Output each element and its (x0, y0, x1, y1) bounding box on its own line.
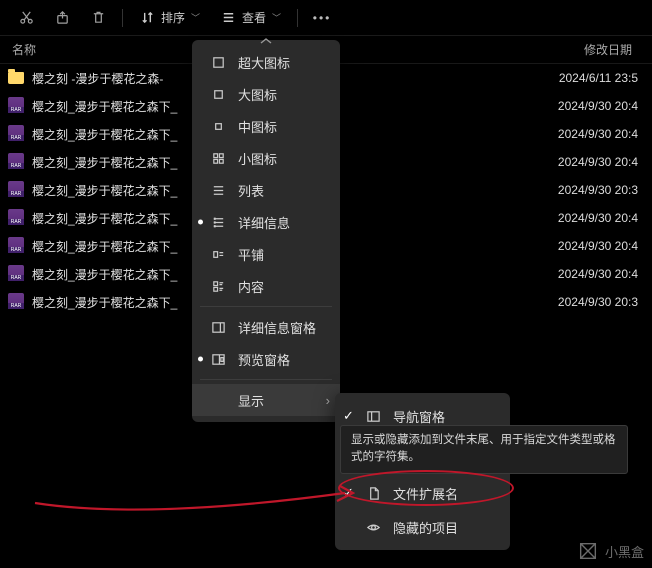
file-name: 樱之刻_漫步于樱花之森下_ (32, 238, 207, 255)
menu-item-label: 详细信息窗格 (238, 318, 316, 337)
tiles-icon (210, 246, 226, 262)
file-name: 樱之刻_漫步于樱花之森下_ (32, 182, 207, 199)
view-menu: 超大图标大图标中图标小图标列表详细信息平铺内容 详细信息窗格预览窗格 显示 › (192, 40, 340, 422)
menu-item-label: 预览窗格 (238, 350, 290, 369)
annotation-arrow (25, 468, 355, 528)
more-button[interactable]: ••• (306, 6, 338, 30)
scissors-icon (18, 10, 34, 26)
menu-item-view-size[interactable]: 大图标 (192, 78, 340, 110)
delete-button[interactable] (82, 6, 114, 30)
menu-item-show[interactable]: 显示 › (192, 384, 340, 416)
menu-separator (200, 306, 332, 307)
menu-item-label: 隐藏的项目 (393, 518, 458, 537)
menu-item-label: 详细信息 (238, 213, 290, 232)
rar-icon (8, 125, 26, 143)
divider (122, 9, 123, 27)
menu-item-pane[interactable]: 详细信息窗格 (192, 311, 340, 343)
file-date: 2024/9/30 20:3 (529, 183, 644, 197)
sm-icon (210, 150, 226, 166)
folder-icon (8, 69, 26, 87)
menu-item-view-size[interactable]: 详细信息 (192, 206, 340, 238)
xl-icon (210, 54, 226, 70)
menu-item-view-size[interactable]: 列表 (192, 174, 340, 206)
menu-separator (200, 379, 332, 380)
cut-button[interactable] (10, 6, 42, 30)
watermark: 小黑盒 (577, 540, 644, 562)
sort-icon (139, 10, 155, 26)
toolbar: 排序 ﹀ 查看 ﹀ ••• (0, 0, 652, 36)
file-date: 2024/9/30 20:4 (529, 99, 644, 113)
check-icon: ✓ (343, 408, 354, 424)
divider (297, 9, 298, 27)
rar-icon (8, 237, 26, 255)
menu-item-label: 导航窗格 (393, 407, 445, 426)
rar-icon (8, 293, 26, 311)
chevron-right-icon: › (326, 393, 330, 408)
ellipsis-icon: ••• (314, 10, 330, 26)
file-date: 2024/9/30 20:4 (529, 127, 644, 141)
pane-icon (365, 408, 381, 424)
chevron-down-icon: ﹀ (272, 11, 281, 24)
share-icon (54, 10, 70, 26)
submenu-item[interactable]: 隐藏的项目 (335, 510, 510, 544)
rar-icon (8, 181, 26, 199)
share-button[interactable] (46, 6, 78, 30)
menu-item-label: 超大图标 (238, 53, 290, 72)
rar-icon (8, 265, 26, 283)
watermark-text: 小黑盒 (605, 542, 644, 561)
list-icon (210, 182, 226, 198)
sort-button[interactable]: 排序 ﹀ (131, 5, 208, 30)
file-name: 樱之刻_漫步于樱花之森下_ (32, 126, 207, 143)
file-date: 2024/9/30 20:4 (529, 211, 644, 225)
submenu-item[interactable]: ✓ 文件扩展名 (335, 476, 510, 510)
chevron-up-icon[interactable] (257, 33, 275, 41)
pane-icon (210, 319, 226, 335)
file-name: 樱之刻_漫步于樱花之森下_ (32, 210, 207, 227)
check-icon: ✓ (343, 485, 354, 501)
menu-item-label: 内容 (238, 277, 264, 296)
rar-icon (8, 153, 26, 171)
content-icon (210, 278, 226, 294)
menu-item-pane[interactable]: 预览窗格 (192, 343, 340, 375)
menu-item-view-size[interactable]: 内容 (192, 270, 340, 302)
menu-item-label: 显示 (238, 391, 264, 410)
md-icon (210, 118, 226, 134)
file-icon (365, 485, 381, 501)
view-icon (220, 10, 236, 26)
menu-item-label: 大图标 (238, 85, 277, 104)
file-name: 樱之刻 -漫步于樱花之森- (32, 70, 207, 87)
menu-item-view-size[interactable]: 小图标 (192, 142, 340, 174)
file-name: 樱之刻_漫步于樱花之森下_ (32, 266, 207, 283)
trash-icon (90, 10, 106, 26)
file-date: 2024/9/30 20:4 (529, 267, 644, 281)
header-date[interactable]: 修改日期 (530, 41, 640, 58)
sort-label: 排序 (161, 9, 185, 26)
menu-item-label: 平铺 (238, 245, 264, 264)
menu-item-label: 小图标 (238, 149, 277, 168)
menu-item-view-size[interactable]: 中图标 (192, 110, 340, 142)
menu-item-label: 列表 (238, 181, 264, 200)
view-label: 查看 (242, 9, 266, 26)
menu-item-label: 中图标 (238, 117, 277, 136)
file-date: 2024/9/30 20:4 (529, 239, 644, 253)
file-date: 2024/9/30 20:4 (529, 155, 644, 169)
details-icon (210, 214, 226, 230)
menu-item-view-size[interactable]: 平铺 (192, 238, 340, 270)
lg-icon (210, 86, 226, 102)
file-name: 樱之刻_漫步于樱花之森下_ (32, 294, 207, 311)
file-date: 2024/9/30 20:3 (529, 295, 644, 309)
file-name: 樱之刻_漫步于樱花之森下_ (32, 154, 207, 171)
pane-icon (210, 351, 226, 367)
chevron-down-icon: ﹀ (191, 11, 200, 24)
file-date: 2024/6/11 23:5 (529, 71, 644, 85)
rar-icon (8, 97, 26, 115)
view-button[interactable]: 查看 ﹀ (212, 5, 289, 30)
file-name: 樱之刻_漫步于樱花之森下_ (32, 98, 207, 115)
heybox-icon (577, 540, 599, 562)
rar-icon (8, 209, 26, 227)
tooltip: 显示或隐藏添加到文件末尾、用于指定文件类型或格式的字符集。 (340, 425, 628, 474)
menu-item-label: 文件扩展名 (393, 484, 458, 503)
menu-item-view-size[interactable]: 超大图标 (192, 46, 340, 78)
eye-icon (365, 519, 381, 535)
